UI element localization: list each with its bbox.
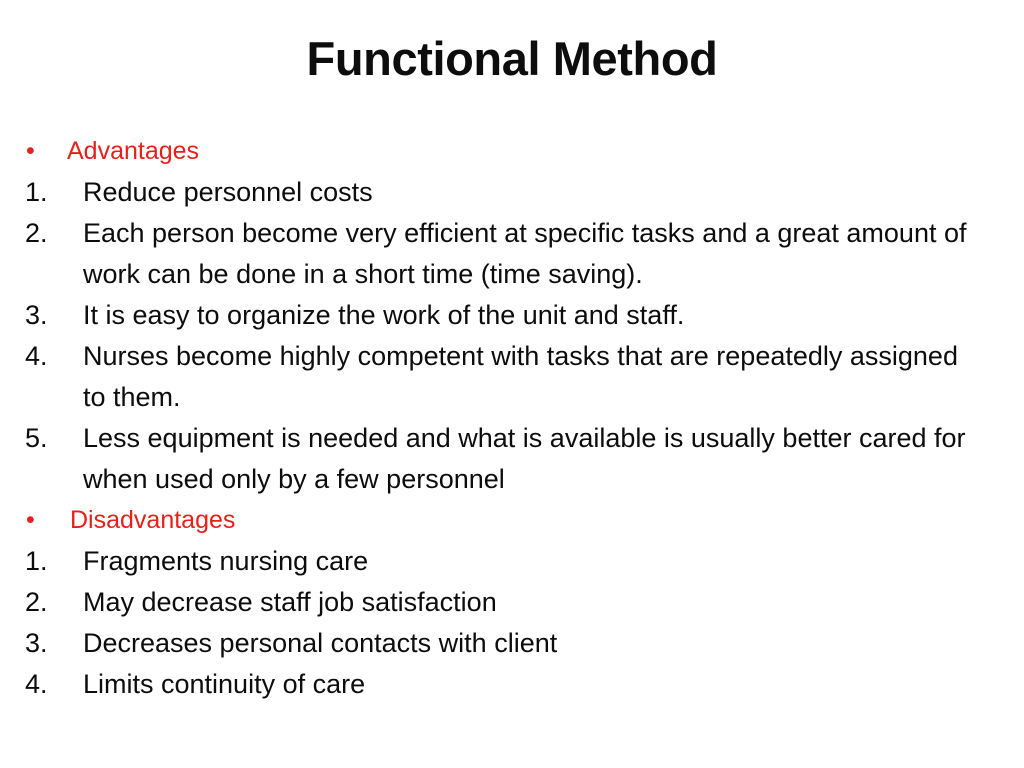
list-item-number: 5. (25, 423, 48, 453)
list-item-number: 3. (25, 628, 48, 658)
list-item-text: Less equipment is needed and what is ava… (83, 423, 966, 494)
list-item: 4. Nurses become highly competent with t… (22, 336, 982, 418)
list-item-text: Each person become very efficient at spe… (83, 218, 967, 289)
list-item-number: 4. (25, 669, 48, 699)
page-title: Functional Method (306, 32, 718, 85)
list-item-text: May decrease staff job satisfaction (83, 587, 497, 617)
list-item: 1. Fragments nursing care (22, 541, 982, 582)
slide-body: • Advantages 1. Reduce personnel costs 2… (22, 131, 982, 705)
section-heading-advantages: • Advantages (22, 131, 982, 172)
section-heading-label: Disadvantages (70, 506, 236, 534)
list-item-number: 3. (25, 300, 48, 330)
slide: Functional Method • Advantages 1. Reduce… (0, 0, 1024, 768)
list-item-number: 2. (25, 587, 48, 617)
list-item-text: It is easy to organize the work of the u… (83, 300, 685, 330)
list-item: 3. Decreases personal contacts with clie… (22, 623, 982, 664)
section-heading-label: Advantages (67, 137, 200, 165)
list-item-text: Decreases personal contacts with client (83, 628, 558, 658)
list-item: 1. Reduce personnel costs (22, 172, 982, 213)
list-item-text: Reduce personnel costs (83, 177, 373, 207)
list-item-text: Limits continuity of care (83, 669, 366, 699)
list-item-number: 1. (25, 177, 48, 207)
bullet-icon: • (26, 137, 35, 165)
list-item-number: 4. (25, 341, 48, 371)
list-item: 3. It is easy to organize the work of th… (22, 295, 982, 336)
list-item: 2. Each person become very efficient at … (22, 213, 982, 295)
section-heading-disadvantages: • Disadvantages (22, 500, 982, 541)
list-item: 2. May decrease staff job satisfaction (22, 582, 982, 623)
list-item-number: 2. (25, 218, 48, 248)
list-item: 4. Limits continuity of care (22, 664, 982, 705)
list-item-text: Nurses become highly competent with task… (83, 341, 958, 412)
bullet-icon: • (26, 506, 35, 534)
list-item: 5. Less equipment is needed and what is … (22, 418, 982, 500)
list-item-text: Fragments nursing care (83, 546, 369, 576)
list-item-number: 1. (25, 546, 48, 576)
